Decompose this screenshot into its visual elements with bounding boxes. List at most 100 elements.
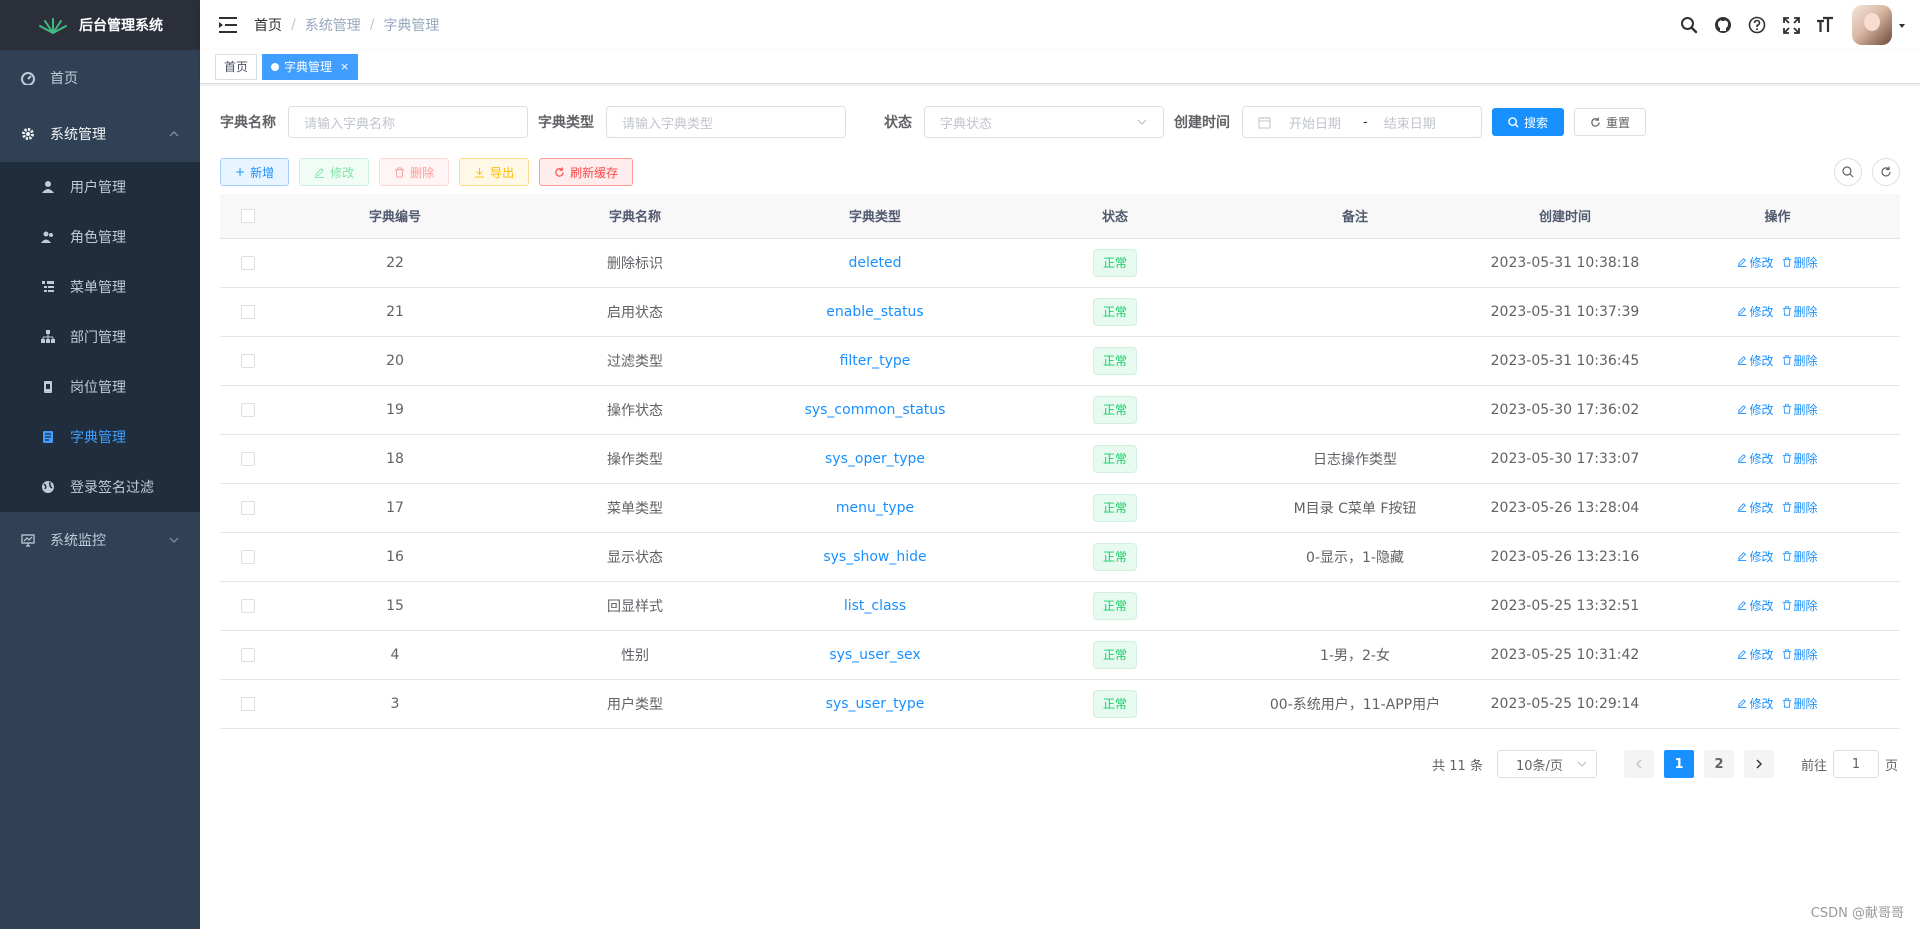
row-checkbox[interactable]: [240, 255, 255, 270]
dict-type-link[interactable]: sys_user_type: [826, 696, 925, 712]
close-icon[interactable]: ×: [340, 55, 349, 79]
hamburger-button[interactable]: [208, 0, 248, 50]
dict-name-input[interactable]: 请输入字典名称: [288, 106, 528, 138]
sidebar-item-dict[interactable]: 字典管理: [0, 412, 200, 462]
dict-type-link[interactable]: sys_user_sex: [829, 647, 920, 663]
page-button[interactable]: 1: [1663, 750, 1694, 778]
menu-home[interactable]: 首页: [0, 50, 200, 106]
menu-system[interactable]: 系统管理: [0, 106, 200, 162]
dict-type-input[interactable]: 请输入字典类型: [606, 106, 846, 138]
add-button[interactable]: + 新增: [220, 158, 290, 186]
row-checkbox[interactable]: [240, 451, 255, 466]
start-date-placeholder[interactable]: 开始日期: [1289, 113, 1341, 132]
tag-dict[interactable]: 字典管理 ×: [262, 53, 359, 80]
dict-type-link[interactable]: enable_status: [826, 304, 923, 320]
app-logo[interactable]: 后台管理系统: [0, 0, 200, 50]
row-checkbox[interactable]: [240, 402, 255, 417]
row-delete-button[interactable]: 删除: [1782, 695, 1818, 712]
prev-page-button[interactable]: [1623, 750, 1654, 778]
navbar-right: [1672, 0, 1920, 50]
search-button[interactable]: [1672, 0, 1706, 50]
page-button[interactable]: 2: [1703, 750, 1734, 778]
row-delete-label: 删除: [1793, 647, 1818, 662]
row-checkbox[interactable]: [240, 696, 255, 711]
row-edit-button[interactable]: 修改: [1737, 303, 1774, 320]
created-time-cell: 2023-05-31 10:37:39: [1475, 287, 1655, 337]
row-delete-button[interactable]: 删除: [1782, 597, 1818, 614]
chevron-down-icon: [1577, 761, 1587, 767]
row-delete-button[interactable]: 删除: [1782, 303, 1818, 320]
edit-button[interactable]: 修改: [299, 158, 370, 186]
row-delete-button[interactable]: 删除: [1782, 548, 1818, 565]
refresh-table-button[interactable]: [1872, 158, 1900, 186]
dict-name-cell: 删除标识: [515, 238, 755, 288]
dict-type-link[interactable]: sys_show_hide: [823, 549, 926, 565]
dict-name-cell: 性别: [515, 630, 755, 680]
menu-monitor[interactable]: 系统监控: [0, 512, 200, 568]
table-row: 18 操作类型 sys_oper_type 正常 日志操作类型 2023-05-30 17…: [220, 434, 1900, 484]
avatar[interactable]: [1852, 5, 1892, 45]
dict-type-link[interactable]: sys_common_status: [805, 402, 946, 418]
row-checkbox[interactable]: [240, 598, 255, 613]
sidebar-item-roles[interactable]: 角色管理: [0, 212, 200, 262]
sidebar-item-posts[interactable]: 岗位管理: [0, 362, 200, 412]
row-edit-button[interactable]: 修改: [1737, 548, 1774, 565]
row-delete-button[interactable]: 删除: [1782, 646, 1818, 663]
sidebar-item-menus[interactable]: 菜单管理: [0, 262, 200, 312]
row-edit-button[interactable]: 修改: [1737, 401, 1774, 418]
dict-type-cell: filter_type: [755, 336, 995, 386]
row-edit-label: 修改: [1749, 598, 1774, 613]
refresh-cache-button[interactable]: 刷新缓存: [539, 158, 634, 186]
dict-type-link[interactable]: deleted: [849, 255, 902, 271]
dict-type-link[interactable]: list_class: [844, 598, 906, 614]
sidebar-item-label: 菜单管理: [70, 280, 126, 296]
row-checkbox[interactable]: [240, 647, 255, 662]
row-delete-button[interactable]: 删除: [1782, 254, 1818, 271]
row-edit-button[interactable]: 修改: [1737, 597, 1774, 614]
row-delete-button[interactable]: 删除: [1782, 499, 1818, 516]
select-all-checkbox[interactable]: [240, 208, 255, 223]
sidebar-item-depts[interactable]: 部门管理: [0, 312, 200, 362]
row-delete-button[interactable]: 删除: [1782, 352, 1818, 369]
breadcrumb-home[interactable]: 首页: [254, 15, 282, 35]
end-date-placeholder[interactable]: 结束日期: [1384, 113, 1436, 132]
search-button[interactable]: 搜索: [1492, 108, 1565, 136]
row-edit-button[interactable]: 修改: [1737, 499, 1774, 516]
page-size-select[interactable]: 10条/页: [1496, 750, 1597, 778]
sidebar-item-users[interactable]: 用户管理: [0, 162, 200, 212]
toggle-search-button[interactable]: [1834, 158, 1862, 186]
row-checkbox[interactable]: [240, 500, 255, 515]
refresh-icon: [555, 166, 564, 177]
row-edit-button[interactable]: 修改: [1737, 352, 1774, 369]
sidebar-item-login-filter[interactable]: 登录签名过滤: [0, 462, 200, 512]
dict-type-link[interactable]: menu_type: [836, 500, 914, 516]
caret-down-icon[interactable]: [1896, 19, 1908, 31]
font-size-button[interactable]: [1808, 0, 1842, 50]
github-button[interactable]: [1706, 0, 1740, 50]
row-delete-button[interactable]: 删除: [1782, 401, 1818, 418]
table-row: 17 菜单类型 menu_type 正常 M目录 C菜单 F按钮 2023-05-26 1…: [220, 483, 1900, 533]
row-delete-button[interactable]: 删除: [1782, 450, 1818, 467]
reset-button[interactable]: 重置: [1574, 108, 1647, 136]
dict-type-link[interactable]: filter_type: [840, 353, 911, 369]
fullscreen-button[interactable]: [1774, 0, 1808, 50]
date-range-picker[interactable]: 开始日期 - 结束日期: [1242, 106, 1482, 138]
delete-button[interactable]: 删除: [379, 158, 450, 186]
tag-home[interactable]: 首页: [215, 53, 258, 80]
row-checkbox[interactable]: [240, 353, 255, 368]
row-edit-button[interactable]: 修改: [1737, 695, 1774, 712]
chevron-down-icon: [169, 537, 179, 543]
row-checkbox[interactable]: [240, 549, 255, 564]
dict-name-cell: 启用状态: [515, 287, 755, 337]
dict-type-placeholder: 请输入字典类型: [622, 116, 714, 132]
docs-button[interactable]: [1740, 0, 1774, 50]
row-edit-button[interactable]: 修改: [1737, 254, 1774, 271]
row-checkbox[interactable]: [240, 304, 255, 319]
row-edit-button[interactable]: 修改: [1737, 450, 1774, 467]
dict-type-link[interactable]: sys_oper_type: [825, 451, 925, 467]
export-button[interactable]: 导出: [459, 158, 530, 186]
goto-page-input[interactable]: 1: [1832, 750, 1879, 778]
row-edit-button[interactable]: 修改: [1737, 646, 1774, 663]
status-select[interactable]: 字典状态: [924, 106, 1164, 138]
next-page-button[interactable]: [1743, 750, 1774, 778]
